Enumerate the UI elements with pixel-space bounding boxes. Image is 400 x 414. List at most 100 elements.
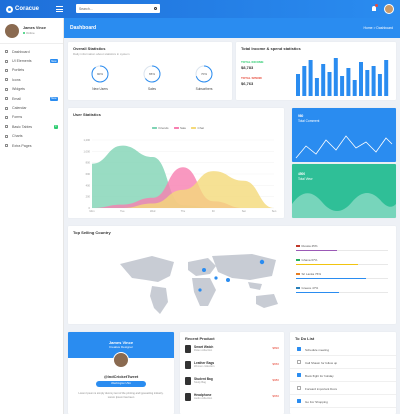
x-tick-label: Thu xyxy=(181,209,186,213)
income-label: TOTAL INCOME xyxy=(241,60,264,64)
sidebar-item-label: Widgets xyxy=(12,87,25,92)
sidebar-item-icons[interactable]: Icons xyxy=(0,75,63,84)
profile-role: Creative Designer xyxy=(108,345,133,349)
sidebar-item-label: Forms xyxy=(12,115,23,120)
brand-logo-icon xyxy=(6,5,13,13)
user-statistics-card: User Statistics Friends Sale Chat 0 200 400 6… xyxy=(68,108,284,218)
sidebar-item-forms[interactable]: Forms xyxy=(0,113,63,122)
search-icon[interactable] xyxy=(154,7,157,10)
sidebar-item-dashboard[interactable]: Dashboard xyxy=(0,47,63,56)
sidebar-item-label: UI Elements xyxy=(12,59,32,64)
ring-value: 90% xyxy=(97,72,103,76)
sidebar-item-calendar[interactable]: Calendar xyxy=(0,103,63,112)
income-value: $8,783 xyxy=(241,65,254,70)
todo-card: To Do List Schedule meeting Call Shawn fo… xyxy=(290,332,396,414)
income-bar xyxy=(346,68,351,96)
profile-handle[interactable]: @IndCricketTweet xyxy=(68,374,174,379)
flag-icon xyxy=(296,272,300,276)
view-wave xyxy=(292,193,396,218)
y-tick-label: 1,200 xyxy=(84,138,91,142)
flag-icon xyxy=(296,244,300,248)
flag-icon xyxy=(296,286,300,290)
menu-toggle-icon[interactable] xyxy=(56,6,63,12)
todo-checkbox[interactable] xyxy=(297,373,301,377)
sidebar-item-label: Basic Tables xyxy=(12,124,33,129)
product-desc: Study Bag xyxy=(194,381,206,384)
sidebar-item-ui-elements[interactable]: UI Elements New xyxy=(0,56,63,65)
x-tick-label: Wed xyxy=(150,209,156,213)
legend-item[interactable]: Friends xyxy=(152,126,169,130)
sidebar-item-label: Email xyxy=(12,96,21,101)
legend-label: Friends xyxy=(158,126,169,130)
menu-badge: New xyxy=(49,96,58,101)
country-progress xyxy=(296,250,388,251)
sidebar-item-extra-pages[interactable]: Extra Pages xyxy=(0,141,63,150)
product-item[interactable]: Headphone Audio collection $650 xyxy=(180,392,284,404)
menu-item-icon xyxy=(5,106,8,110)
overall-subtitle: Daily information about statistics in sy… xyxy=(73,52,130,56)
comment-sparkline xyxy=(295,135,393,159)
y-tick-label: 400 xyxy=(86,183,91,187)
product-item[interactable]: Smart Watch Rolex collection $890 xyxy=(180,344,284,356)
menu-badge: 3 xyxy=(53,124,58,129)
overall-title: Overall Statistics xyxy=(73,46,106,51)
country-row: Greece 47% xyxy=(296,286,318,290)
todo-checkbox[interactable] xyxy=(297,360,301,364)
income-bar xyxy=(352,80,357,96)
product-image xyxy=(185,393,191,401)
sidebar-item-portlets[interactable]: Portlets xyxy=(0,66,63,75)
profile-avatar xyxy=(113,352,129,368)
todo-checkbox[interactable] xyxy=(297,399,301,403)
sidebar-item-email[interactable]: Email New xyxy=(0,94,63,103)
legend-item[interactable]: Chat xyxy=(191,126,204,130)
sidebar-item-basic-tables[interactable]: Basic Tables 3 xyxy=(0,122,63,131)
sidebar-item-charts[interactable]: Charts xyxy=(0,132,63,141)
menu-item-icon xyxy=(5,87,8,91)
todo-text: Schedule meeting xyxy=(305,347,330,352)
menu-item-icon xyxy=(5,78,8,82)
profile-bio: Lorem Ipsum is simply dummy text of the … xyxy=(78,392,164,399)
top-avatar[interactable] xyxy=(384,4,394,14)
ring-value: 65% xyxy=(149,72,155,76)
view-label: Total View xyxy=(298,177,313,181)
search-input[interactable]: Search... xyxy=(76,4,160,13)
menu-item-icon xyxy=(5,115,8,119)
menu-item-icon xyxy=(5,59,8,63)
sidebar-item-label: Charts xyxy=(12,134,23,139)
y-tick-label: 600 xyxy=(86,172,91,176)
todo-checkbox[interactable] xyxy=(297,347,301,351)
world-map xyxy=(120,254,278,314)
ring-label: Subscribers xyxy=(195,87,213,91)
income-bar xyxy=(333,58,338,96)
todo-text: Go For Shopping xyxy=(305,399,328,404)
product-item[interactable]: Leather Bags Women collection $650 xyxy=(180,360,284,372)
view-value: 4500 xyxy=(298,172,306,176)
country-title: Top Selling Country xyxy=(73,230,111,235)
notification-dot xyxy=(375,4,378,7)
product-item[interactable]: Student Bag Study Bag $980 xyxy=(180,376,284,388)
x-tick-label: Tue xyxy=(120,209,125,213)
comment-value: 980 xyxy=(298,114,304,118)
menu-item-icon xyxy=(5,97,8,101)
view-stat-card: 4500 Total View xyxy=(292,164,396,218)
sidebar-item-widgets[interactable]: Widgets xyxy=(0,85,63,94)
page-header: Dashboard Home > Dashboard xyxy=(64,18,400,38)
overall-statistics-card: Overall Statistics Daily information abo… xyxy=(68,42,232,100)
sidebar-user[interactable]: James Vince Online xyxy=(0,18,63,44)
income-bar-chart xyxy=(296,58,389,96)
chart-legend: Friends Sale Chat xyxy=(152,126,204,130)
income-bar xyxy=(314,78,319,96)
todo-item: Schedule meeting xyxy=(290,344,396,356)
page-title: Dashboard xyxy=(70,25,97,31)
sidebar-menu: Dashboard UI Elements New Portlets Icons Widg… xyxy=(0,44,63,150)
recent-product-title: Recent Product xyxy=(185,336,215,341)
breadcrumb[interactable]: Home > Dashboard xyxy=(364,26,394,30)
income-bar xyxy=(302,66,307,96)
todo-item: Book flight for holiday xyxy=(290,370,396,382)
comment-label: Total Comment xyxy=(298,119,320,123)
menu-item-icon xyxy=(5,134,8,138)
todo-checkbox[interactable] xyxy=(297,386,301,390)
legend-item[interactable]: Sale xyxy=(173,126,186,130)
profile-card: James Vince Creative Designer @IndCricke… xyxy=(68,332,174,414)
x-tick-label: Sat xyxy=(242,209,246,213)
